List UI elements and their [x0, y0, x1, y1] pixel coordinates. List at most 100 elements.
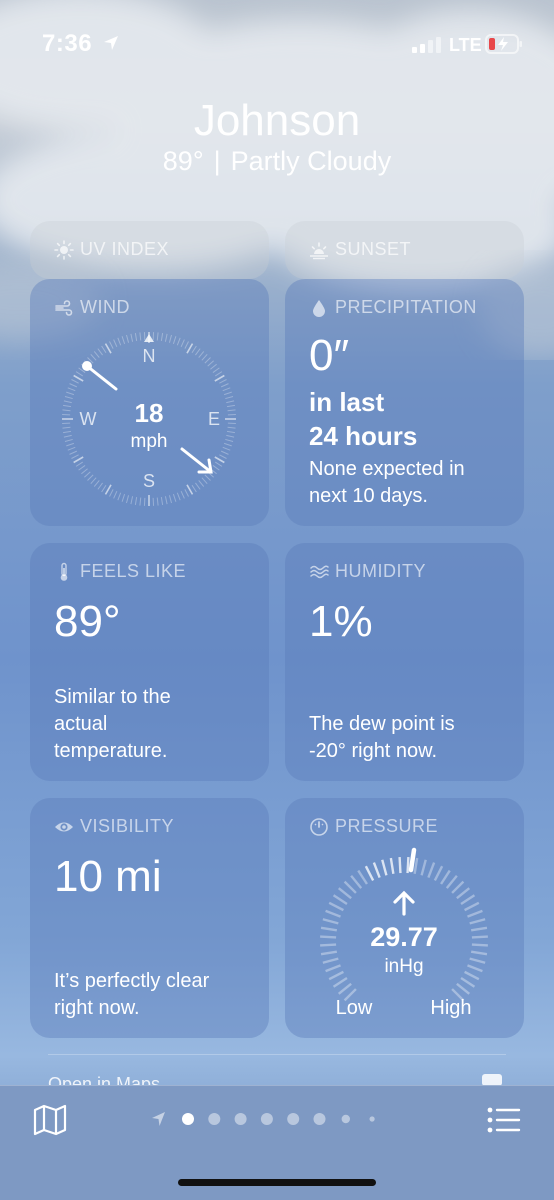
compass-tick	[219, 454, 227, 459]
precipitation-card[interactable]: PRECIPITATION 0″ in last 24 hours None e…	[285, 279, 524, 526]
pressure-tick	[328, 970, 344, 981]
wind-card[interactable]: WIND N E S W 18 mph	[30, 279, 269, 526]
compass-tick	[214, 456, 225, 464]
pressure-tick	[460, 977, 476, 988]
precipitation-amount: 0″	[309, 331, 350, 380]
compass-tick	[201, 477, 208, 484]
visibility-desc-line1: It’s perfectly clear	[54, 970, 210, 992]
pressure-tick	[470, 926, 488, 932]
compass-tick	[172, 336, 177, 345]
compass-tick	[201, 354, 208, 361]
feels-like-desc-line1: Similar to the	[54, 686, 171, 708]
compass-tick	[104, 484, 112, 495]
compass-tick	[180, 339, 185, 348]
pressure-high-label: High	[430, 997, 471, 1019]
compass-tick	[134, 332, 138, 342]
compass-tick	[69, 450, 78, 455]
feels-like-card[interactable]: FEELS LIKE 89° Similar to the actual tem…	[30, 543, 269, 781]
compass-tick	[125, 495, 130, 504]
page-dot[interactable]	[287, 1113, 300, 1125]
compass-tick	[191, 484, 197, 493]
pressure-tick	[337, 982, 352, 995]
compass-tick	[109, 489, 114, 497]
page-dot[interactable]	[313, 1113, 326, 1125]
compass-tick	[66, 442, 75, 447]
compass-tick	[101, 345, 107, 354]
compass-tick	[176, 337, 181, 346]
compass-tick	[226, 430, 236, 434]
condition-text: Partly Cloudy	[230, 146, 392, 176]
sunset-card[interactable]: SUNSET	[285, 221, 524, 279]
compass-tick	[71, 454, 79, 459]
pressure-tick	[328, 901, 344, 912]
compass-tick	[207, 360, 214, 367]
uv-index-title: UV INDEX	[80, 239, 170, 259]
pressure-tick	[440, 869, 451, 885]
map-icon[interactable]	[32, 1104, 68, 1136]
compass-tick	[191, 345, 197, 354]
compass-tick	[97, 348, 103, 356]
page-dot[interactable]	[260, 1113, 273, 1125]
pressure-tick	[420, 859, 427, 876]
pressure-tick	[322, 918, 339, 925]
compass-tick	[220, 450, 229, 455]
precipitation-description: None expected in next 10 days.	[309, 456, 465, 510]
sun-icon	[54, 239, 74, 260]
pressure-tick	[320, 950, 338, 956]
compass-tick	[130, 333, 134, 342]
compass-tick	[93, 351, 100, 358]
uv-index-card[interactable]: UV INDEX	[30, 221, 269, 279]
compass-tick	[168, 495, 173, 504]
pressure-tick	[464, 970, 480, 981]
pressure-unit: inHg	[384, 956, 423, 977]
page-dot[interactable]	[182, 1113, 194, 1125]
compass-tick	[130, 496, 134, 505]
compass-tick	[66, 391, 75, 396]
compass-tick	[63, 400, 72, 404]
humidity-card[interactable]: HUMIDITY 1% The dew point is -20° right …	[285, 543, 524, 781]
pressure-tick	[381, 859, 388, 876]
compass-tick	[214, 461, 223, 467]
compass-tick	[78, 465, 86, 471]
pressure-card[interactable]: PRESSURE 29.77 inHg Low High	[285, 798, 524, 1038]
compass-tick	[214, 371, 223, 377]
pressure-tick	[470, 950, 488, 956]
page-dot[interactable]	[208, 1113, 221, 1125]
gauge-icon	[310, 817, 328, 836]
page-dot[interactable]	[369, 1116, 375, 1122]
raindrop-icon	[313, 299, 325, 317]
compass-tick	[226, 400, 235, 404]
city-name: Johnson	[193, 96, 361, 145]
feels-like-value: 89°	[54, 597, 121, 646]
network-type: LTE	[449, 35, 482, 55]
precipitation-title: PRECIPITATION	[335, 297, 477, 317]
compass-tick	[226, 404, 236, 408]
list-icon[interactable]	[486, 1106, 522, 1134]
pressure-tick	[467, 909, 483, 918]
precipitation-desc-line2: next 10 days.	[309, 485, 428, 507]
compass-tick	[113, 339, 118, 348]
pressure-tick	[322, 957, 339, 964]
thermometer-icon	[60, 562, 68, 581]
compass-tick	[198, 480, 205, 487]
page-dot[interactable]	[341, 1114, 350, 1124]
section-divider	[48, 1054, 506, 1055]
humidity-description: The dew point is -20° right now.	[309, 711, 455, 765]
compass-tick	[117, 492, 122, 501]
page-indicator[interactable]	[150, 1108, 410, 1130]
visibility-card[interactable]: VISIBILITY 10 mi It’s perfectly clear ri…	[30, 798, 269, 1038]
compass-tick	[63, 434, 72, 438]
pressure-tick	[343, 880, 357, 894]
pressure-tick	[451, 880, 465, 894]
compass-tick	[184, 489, 189, 497]
page-dot[interactable]	[234, 1113, 247, 1125]
current-temperature: 89°	[162, 146, 204, 176]
compass-tick	[172, 493, 177, 502]
compass-tick	[62, 409, 71, 412]
compass-tick	[84, 471, 91, 478]
compass-tick	[64, 438, 73, 443]
pressure-needle	[408, 847, 417, 873]
compass-tick	[73, 374, 84, 382]
compass-e-label: E	[208, 409, 220, 429]
pressure-tick	[471, 935, 488, 939]
